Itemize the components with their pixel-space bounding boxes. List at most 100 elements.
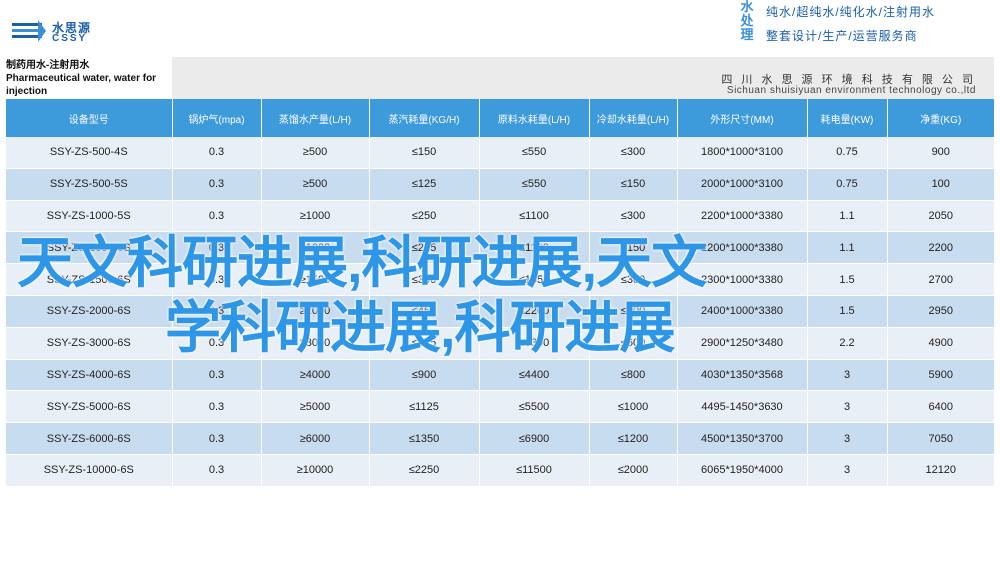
header-steam-consumption: 蒸汽耗量(KG/H) xyxy=(369,99,480,137)
cell-net-weight: 900 xyxy=(887,137,994,169)
table-row: SSY-ZS-500-5S 0.3 ≥500 ≤125 ≤550 ≤150 2000*100… xyxy=(6,168,994,201)
water-drop-logo-icon xyxy=(12,20,46,42)
cell-distilled-output: ≥5000 xyxy=(261,390,370,424)
header-net-weight: 净重(KG) xyxy=(887,99,994,137)
title-english-1: Pharmaceutical water, water for xyxy=(6,73,157,84)
top-header: 水思源 CSSY 水 处 理 纯水/超纯水/纯化水/注射用水 整套设计/生产/运… xyxy=(0,0,1000,57)
cell-cooling-water: ≤150 xyxy=(589,168,678,201)
cell-model: SSY-ZS-10000-6S xyxy=(6,454,173,487)
header-power: 耗电量(KW) xyxy=(807,99,888,137)
header-cooling-water: 冷却水耗量(L/H) xyxy=(589,99,678,137)
cell-model: SSY-ZS-5000-6S xyxy=(6,390,173,424)
header-model: 设备型号 xyxy=(6,99,173,137)
brand-services-line: 整套设计/生产/运营服务商 xyxy=(766,29,918,43)
cell-power: 3 xyxy=(807,422,888,455)
cell-cooling-water: ≤2000 xyxy=(589,454,678,487)
table-row: SSY-ZS-4000-6S 0.3 ≥4000 ≤900 ≤4400 ≤800 4030*… xyxy=(6,359,994,392)
cell-power: 2.2 xyxy=(807,327,888,360)
title-chinese: 制药用水-注射用水 xyxy=(6,60,90,71)
cell-net-weight: 2050 xyxy=(887,200,994,233)
cell-power: 1.1 xyxy=(807,200,888,233)
company-banner: 四 川 水 思 源 环 境 科 技 有 限 公 司 Sichuan shuisi… xyxy=(172,57,994,99)
cell-power: 0.75 xyxy=(807,168,888,201)
cell-feed-water: ≤550 xyxy=(479,168,590,201)
cell-steam-consumption: ≤2250 xyxy=(369,454,480,487)
cell-feed-water: ≤550 xyxy=(479,137,590,169)
cell-dimensions: 2400*1000*3380 xyxy=(677,295,808,328)
title-english-2: injection xyxy=(6,86,48,97)
header-boiler-pressure: 锅炉气(mpa) xyxy=(172,99,262,137)
brand-vertical-char: 水 xyxy=(740,0,754,14)
cell-cooling-water: ≤300 xyxy=(589,137,678,169)
cell-dimensions: 2200*1000*3380 xyxy=(677,200,808,233)
cell-model: SSY-ZS-2000-6S xyxy=(6,295,173,328)
cell-cooling-water: ≤300 xyxy=(589,200,678,233)
cell-dimensions: 6065*1950*4000 xyxy=(677,454,808,487)
table-header-row: 设备型号 锅炉气(mpa) 蒸馏水产量(L/H) 蒸汽耗量(KG/H) 原料水耗… xyxy=(6,99,994,137)
cell-steam-consumption: ≤150 xyxy=(369,137,480,169)
table-row: SSY-ZS-500-4S 0.3 ≥500 ≤150 ≤550 ≤300 1800*100… xyxy=(6,137,994,169)
cell-model: SSY-ZS-6000-6S xyxy=(6,422,173,455)
cell-boiler-pressure: 0.3 xyxy=(172,200,262,233)
table-row: SSY-ZS-5000-6S 0.3 ≥5000 ≤1125 ≤5500 ≤1000 449… xyxy=(6,390,994,424)
cell-dimensions: 4500*1350*3700 xyxy=(677,422,808,455)
cell-steam-consumption: ≤1125 xyxy=(369,390,480,424)
cell-dimensions: 2900*1250*3480 xyxy=(677,327,808,360)
table-row: SSY-ZS-1000-5S 0.3 ≥1000 ≤250 ≤1100 ≤300 2200*… xyxy=(6,200,994,233)
header-dimensions: 外形尺寸(MM) xyxy=(677,99,808,137)
cell-feed-water: ≤5500 xyxy=(479,390,590,424)
cell-model: SSY-ZS-500-4S xyxy=(6,137,173,169)
cell-steam-consumption: ≤900 xyxy=(369,359,480,392)
table-row: SSY-ZS-6000-6S 0.3 ≥6000 ≤1350 ≤6900 ≤1200 450… xyxy=(6,422,994,455)
cell-power: 3 xyxy=(807,359,888,392)
document-title: 制药用水-注射用水 Pharmaceutical water, water fo… xyxy=(6,57,172,101)
cell-dimensions: 2000*1000*3100 xyxy=(677,168,808,201)
cell-boiler-pressure: 0.3 xyxy=(172,168,262,201)
cell-cooling-water: ≤1000 xyxy=(589,390,678,424)
cell-dimensions: 4030*1350*3568 xyxy=(677,359,808,392)
cell-power: 3 xyxy=(807,454,888,487)
cell-boiler-pressure: 0.3 xyxy=(172,137,262,169)
cell-net-weight: 5900 xyxy=(887,359,994,392)
cell-model: SSY-ZS-1000-5S xyxy=(6,200,173,233)
cell-boiler-pressure: 0.3 xyxy=(172,359,262,392)
cell-steam-consumption: ≤1350 xyxy=(369,422,480,455)
brand-vertical-char: 处 xyxy=(740,13,754,28)
cell-boiler-pressure: 0.3 xyxy=(172,422,262,455)
cell-net-weight: 2950 xyxy=(887,295,994,328)
cell-distilled-output: ≥4000 xyxy=(261,359,370,392)
brand-vertical-tag: 水 处 理 xyxy=(736,0,758,42)
company-name-english: Sichuan shuisiyuan environment technolog… xyxy=(726,85,976,96)
cell-distilled-output: ≥10000 xyxy=(261,454,370,487)
cell-net-weight: 12120 xyxy=(887,454,994,487)
company-logo: 水思源 CSSY xyxy=(12,18,102,48)
cell-net-weight: 4900 xyxy=(887,327,994,360)
cell-boiler-pressure: 0.3 xyxy=(172,454,262,487)
cell-cooling-water: ≤1200 xyxy=(589,422,678,455)
cell-power: 3 xyxy=(807,390,888,424)
cell-power: 1.5 xyxy=(807,295,888,328)
cell-distilled-output: ≥500 xyxy=(261,168,370,201)
brand-vertical-char: 理 xyxy=(740,27,754,42)
brand-products-line: 纯水/超纯水/纯化水/注射用水 xyxy=(766,5,936,19)
cell-dimensions: 1800*1000*3100 xyxy=(677,137,808,169)
cell-boiler-pressure: 0.3 xyxy=(172,390,262,424)
cell-power: 0.75 xyxy=(807,137,888,169)
cell-power: 1.5 xyxy=(807,263,888,296)
cell-net-weight: 2200 xyxy=(887,231,994,265)
cell-power: 1.1 xyxy=(807,231,888,265)
logo-english-name: CSSY xyxy=(52,33,88,44)
overlay-headline-line2: 学科研进展,科研进展 xyxy=(165,296,676,359)
cell-feed-water: ≤6900 xyxy=(479,422,590,455)
cell-cooling-water: ≤800 xyxy=(589,359,678,392)
cell-net-weight: 2700 xyxy=(887,263,994,296)
cell-net-weight: 6400 xyxy=(887,390,994,424)
cell-distilled-output: ≥6000 xyxy=(261,422,370,455)
cell-steam-consumption: ≤250 xyxy=(369,200,480,233)
cell-feed-water: ≤1100 xyxy=(479,200,590,233)
cell-net-weight: 7050 xyxy=(887,422,994,455)
table-row: SSY-ZS-10000-6S 0.3 ≥10000 ≤2250 ≤11500 ≤2000… xyxy=(6,454,994,487)
cell-model: SSY-ZS-4000-6S xyxy=(6,359,173,392)
cell-net-weight: 100 xyxy=(887,168,994,201)
header-feed-water: 原料水耗量(L/H) xyxy=(479,99,590,137)
